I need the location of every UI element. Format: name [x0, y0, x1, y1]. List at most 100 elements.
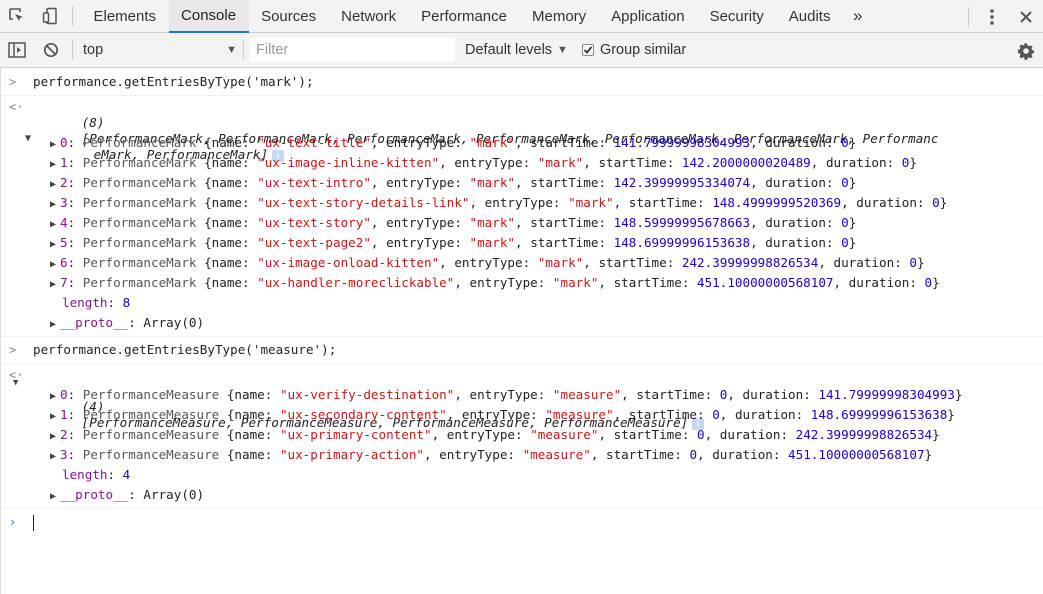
inspect-element-icon[interactable] — [0, 0, 34, 33]
expand-triangle-icon[interactable]: ▶ — [50, 195, 60, 215]
array-item[interactable]: ▶ 2: PerformanceMark {name: "ux-text-intr… — [1, 173, 1043, 193]
prop-starttime-key: startTime — [530, 135, 599, 150]
array-item[interactable]: ▶ 3: PerformanceMark {name: "ux-text-stor… — [1, 193, 1043, 213]
console-output[interactable]: > performance.getEntriesByType('mark'); … — [0, 68, 1043, 594]
filter-input[interactable] — [250, 38, 455, 62]
expand-triangle-icon[interactable]: ▶ — [50, 175, 60, 195]
item-name: "ux-primary-content" — [279, 427, 432, 442]
array-item[interactable]: ▶ 4: PerformanceMark {name: "ux-text-stor… — [1, 213, 1043, 233]
expand-triangle-icon[interactable]: ▶ — [50, 215, 60, 235]
tab-sources[interactable]: Sources — [249, 0, 329, 33]
item-type: "measure" — [530, 427, 599, 442]
console-prompt[interactable]: › — [1, 509, 1043, 535]
item-duration: 0 — [841, 135, 849, 150]
item-start: 141.79999998304993 — [613, 135, 751, 150]
expand-triangle-icon[interactable]: ▶ — [50, 387, 60, 407]
group-similar-checkbox[interactable] — [581, 44, 594, 56]
item-index: 7 — [60, 275, 68, 290]
log-levels-dropdown[interactable]: Default levels ▼ — [465, 42, 568, 58]
item-duration: 0 — [841, 215, 849, 230]
item-type: "mark" — [537, 255, 584, 270]
array-item[interactable]: ▶ 0: PerformanceMeasure {name: "ux-verify… — [1, 385, 1043, 405]
command-text: performance.getEntriesByType('mark'); — [33, 74, 314, 89]
tab-performance[interactable]: Performance — [409, 0, 520, 33]
expand-triangle-icon[interactable]: ▶ — [50, 275, 60, 295]
device-toolbar-icon[interactable] — [34, 0, 68, 33]
item-class: PerformanceMark — [82, 255, 197, 270]
prop-name-key: name — [211, 175, 243, 190]
proto-property[interactable]: ▶ __proto__: Array(0) — [1, 313, 1043, 333]
input-prompt-icon: > — [9, 75, 17, 89]
clear-console-icon[interactable] — [34, 34, 68, 67]
prop-duration-key: duration — [765, 175, 826, 190]
more-tabs-button[interactable]: » — [843, 0, 872, 33]
array-item[interactable]: ▶ 1: PerformanceMeasure {name: "ux-second… — [1, 405, 1043, 425]
command-text: performance.getEntriesByType('measure'); — [33, 342, 337, 357]
prop-name-key: name — [211, 135, 243, 150]
array-summary-row[interactable]: ▼ eMark, PerformanceMark] i — [1, 115, 1043, 162]
prompt-input[interactable] — [33, 512, 34, 532]
item-class: PerformanceMeasure — [82, 387, 220, 402]
expand-triangle-icon[interactable]: ▶ — [50, 255, 60, 275]
sidebar-toggle-icon[interactable] — [0, 34, 34, 67]
tab-elements[interactable]: Elements — [81, 0, 169, 33]
expand-triangle-icon[interactable]: ▶ — [50, 315, 60, 335]
array-item[interactable]: ▶ 5: PerformanceMark {name: "ux-text-page… — [1, 233, 1043, 253]
array-item[interactable]: ▶ 6: PerformanceMark {name: "ux-image-onl… — [1, 253, 1043, 273]
proto-key: __proto__ — [60, 487, 129, 502]
array-item[interactable]: ▶ 1: PerformanceMark {name: "ux-image-inl… — [1, 153, 1043, 173]
property-key: length — [62, 467, 108, 482]
item-name: "ux-text-intro" — [257, 175, 371, 190]
array-item[interactable]: ▶ 7: PerformanceMark {name: "ux-handler-m… — [1, 273, 1043, 293]
item-name: "ux-primary-action" — [279, 447, 424, 462]
item-type: "mark" — [469, 235, 516, 250]
prop-starttime-key: startTime — [636, 387, 705, 402]
expand-triangle-icon[interactable]: ▶ — [50, 155, 60, 175]
length-value: 8 — [122, 295, 131, 310]
item-name: "ux-text-page2" — [257, 235, 371, 250]
input-prompt-icon: › — [9, 515, 17, 529]
expand-triangle-icon[interactable]: ▶ — [50, 487, 60, 507]
array-summary-row[interactable]: <· ▼ (4) [PerformanceMeasure, Performanc… — [1, 367, 1043, 430]
item-start: 148.59999995678663 — [613, 215, 751, 230]
prop-entrytype-key: entryType — [386, 215, 455, 230]
prop-name-key: name — [211, 255, 243, 270]
toolbar-divider — [72, 6, 73, 26]
array-item[interactable]: ▶ 3: PerformanceMeasure {name: "ux-primar… — [1, 445, 1043, 465]
expand-triangle-icon[interactable]: ▶ — [50, 447, 60, 467]
prop-starttime-key: startTime — [613, 275, 682, 290]
tab-security[interactable]: Security — [697, 0, 776, 33]
close-icon[interactable] — [1009, 0, 1043, 33]
settings-gear-icon[interactable] — [1017, 33, 1035, 68]
prop-starttime-key: startTime — [598, 155, 667, 170]
devtools-tabbar: Elements Console Sources Network Performance… — [0, 0, 1043, 33]
tab-application[interactable]: Application — [599, 0, 697, 33]
item-duration: 148.69999996153638 — [810, 407, 948, 422]
more-vert-icon[interactable] — [975, 0, 1009, 33]
input-prompt-icon: > — [9, 343, 17, 357]
item-type: "mark" — [568, 195, 614, 210]
prop-duration-key: duration — [712, 447, 773, 462]
item-name: "ux-secondary-content" — [279, 407, 447, 422]
array-item[interactable]: ▶ 0: PerformanceMark {name: "ux-text-titl… — [1, 133, 1043, 153]
context-selector[interactable]: top ▼ — [73, 38, 243, 62]
tab-label: Console — [181, 6, 237, 24]
expand-triangle-icon[interactable]: ▶ — [50, 427, 60, 447]
item-duration: 0 — [909, 255, 917, 270]
tab-network[interactable]: Network — [329, 0, 409, 33]
expand-triangle-icon[interactable]: ▶ — [50, 135, 60, 155]
proto-property[interactable]: ▶ __proto__: Array(0) — [1, 485, 1043, 505]
proto-value: Array(0) — [143, 487, 205, 502]
expand-triangle-icon[interactable]: ▶ — [50, 235, 60, 255]
prop-name-key: name — [211, 155, 243, 170]
item-class: PerformanceMark — [82, 135, 197, 150]
array-item[interactable]: ▶ 2: PerformanceMeasure {name: "ux-primar… — [1, 425, 1043, 445]
item-duration: 242.39999998826534 — [795, 427, 933, 442]
length-property: length: 4 — [62, 467, 131, 482]
expand-triangle-icon[interactable]: ▶ — [50, 407, 60, 427]
tab-audits[interactable]: Audits — [776, 0, 843, 33]
prop-starttime-key: startTime — [530, 175, 599, 190]
item-name: "ux-handler-moreclickable" — [257, 275, 455, 290]
tab-memory[interactable]: Memory — [520, 0, 599, 33]
tab-console[interactable]: Console — [168, 0, 249, 33]
